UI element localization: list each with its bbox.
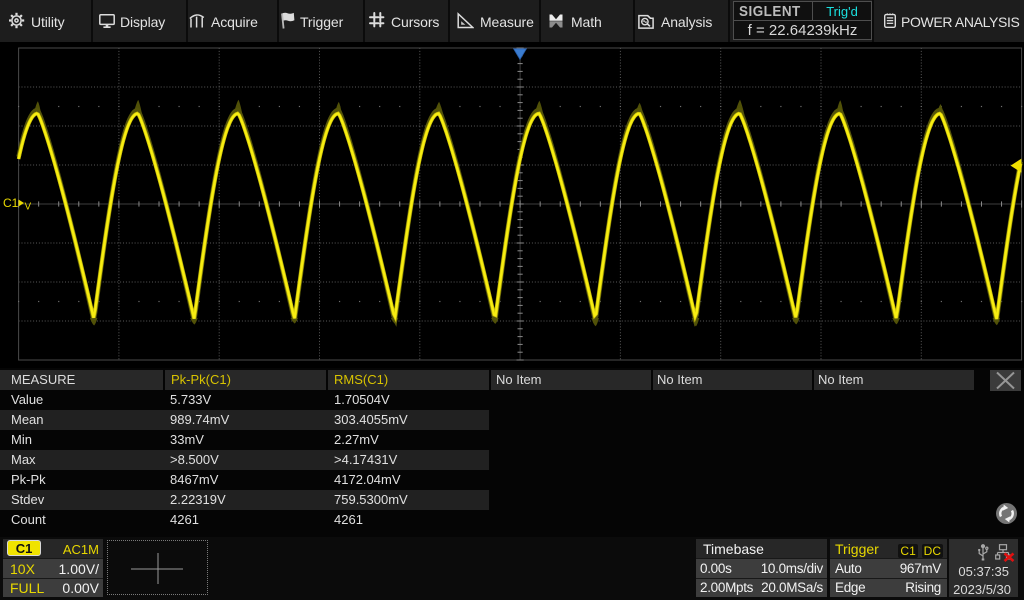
svg-text:C1: C1	[3, 196, 19, 210]
svg-text:V: V	[25, 202, 32, 213]
